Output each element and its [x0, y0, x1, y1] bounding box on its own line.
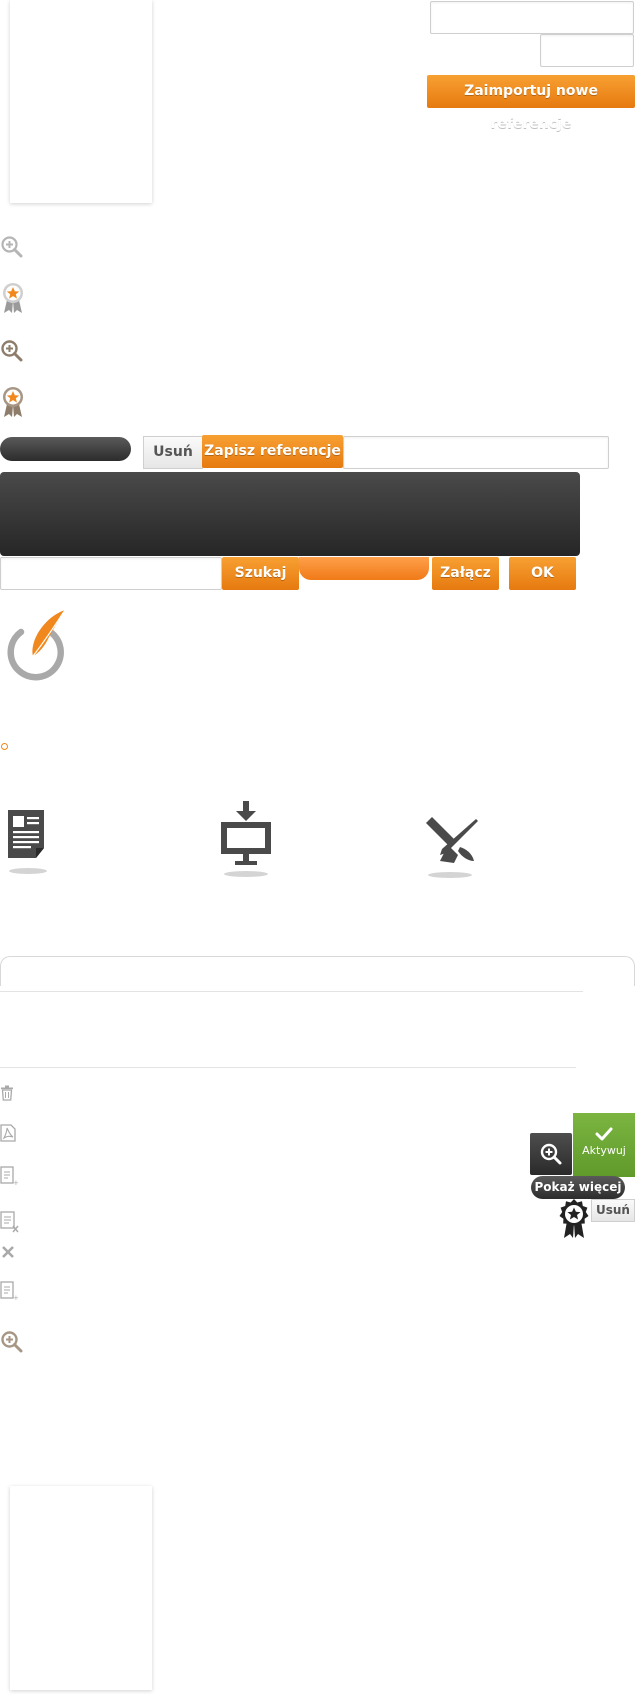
orange-pill-button[interactable]	[299, 557, 429, 580]
trash-icon[interactable]	[0, 1085, 14, 1101]
svg-text:+: +	[13, 1294, 18, 1301]
activate-label: Aktywuj	[582, 1144, 626, 1157]
award-ribbon-dark-icon[interactable]	[0, 386, 26, 418]
zoom-in-icon[interactable]	[0, 1330, 24, 1354]
dark-pill-button[interactable]	[0, 437, 131, 461]
import-input-wide[interactable]	[430, 1, 634, 34]
reference-input[interactable]	[343, 436, 609, 469]
activate-button[interactable]: Aktywuj	[573, 1113, 635, 1177]
close-icon[interactable]	[2, 1246, 14, 1258]
award-ribbon-icon[interactable]	[0, 282, 26, 314]
search-button[interactable]: Szukaj	[222, 557, 299, 590]
zoom-button[interactable]	[530, 1133, 572, 1175]
bottom-card	[10, 1486, 152, 1690]
zoom-in-dark-icon[interactable]	[0, 339, 24, 363]
document-add-icon[interactable]: +	[0, 1166, 18, 1186]
search-input[interactable]	[0, 557, 222, 590]
ok-button[interactable]: OK	[509, 557, 576, 590]
dark-banner	[0, 472, 580, 556]
show-more-button[interactable]: Pokaż więcej	[531, 1176, 625, 1199]
save-references-button[interactable]: Zapisz referencje	[202, 435, 343, 468]
orange-ring-icon	[1, 743, 8, 750]
import-input-small[interactable]	[540, 34, 634, 67]
zoom-in-icon	[540, 1143, 562, 1165]
section-frame	[0, 956, 635, 986]
pdf-file-icon[interactable]	[0, 1124, 16, 1142]
delete-button[interactable]: Usuń	[143, 436, 203, 469]
pen-brush-tools-icon	[424, 815, 482, 879]
document-add-icon[interactable]: +	[0, 1281, 18, 1301]
divider	[0, 1067, 576, 1068]
document-icon	[4, 808, 48, 876]
checkmark-icon	[595, 1127, 613, 1141]
divider	[0, 991, 583, 992]
monitor-download-icon	[218, 800, 274, 878]
svg-text:+: +	[13, 1179, 18, 1186]
item-delete-button[interactable]: Usuń	[591, 1199, 635, 1222]
quill-logo	[5, 609, 67, 683]
award-badge-icon	[558, 1199, 590, 1239]
top-card	[10, 0, 152, 203]
import-references-button[interactable]: Zaimportuj nowe referencje	[427, 75, 635, 132]
zoom-in-icon[interactable]	[0, 235, 24, 259]
attach-button[interactable]: Załącz	[432, 557, 499, 590]
document-remove-icon[interactable]	[0, 1211, 20, 1233]
